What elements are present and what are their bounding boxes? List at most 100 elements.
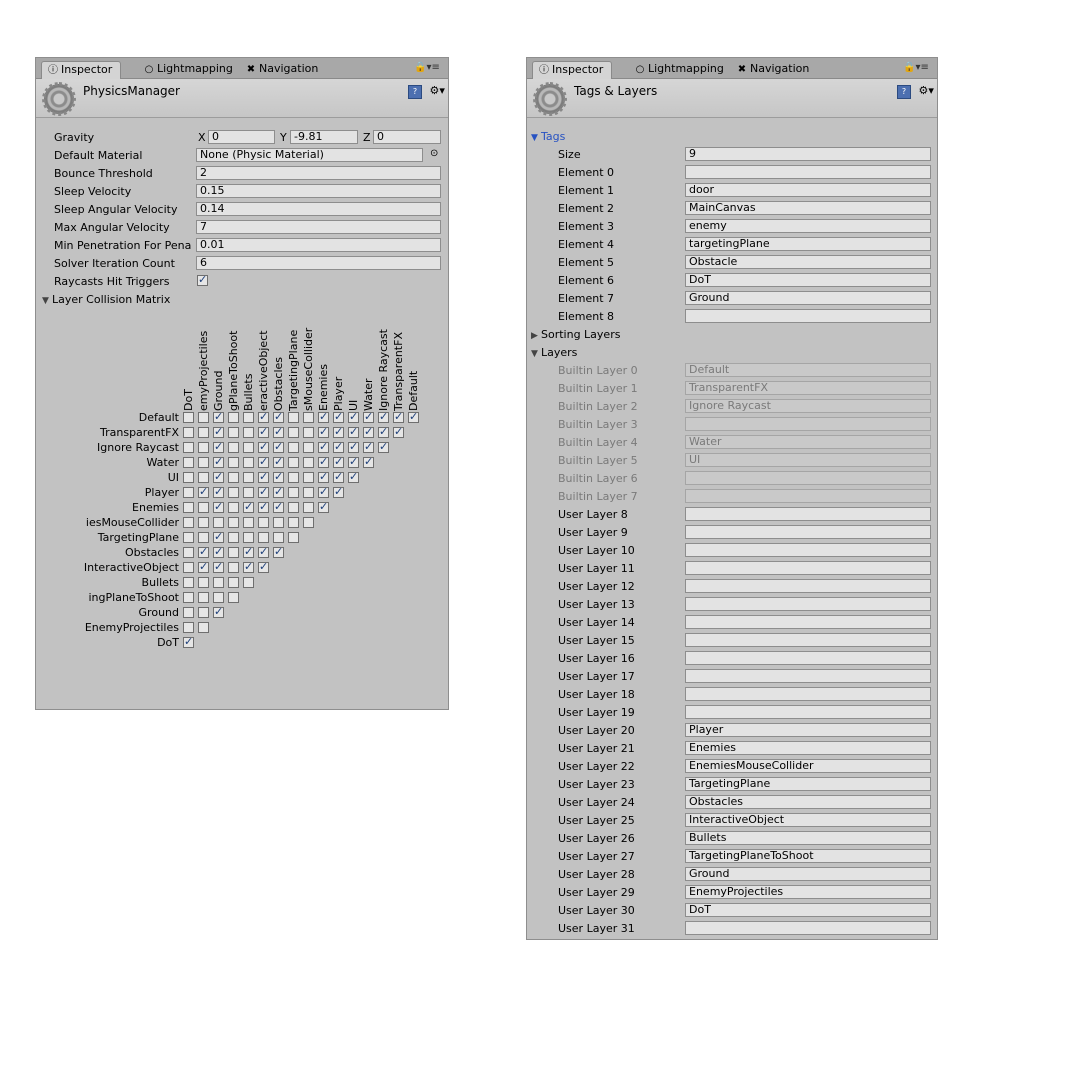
collision-checkbox[interactable]: [213, 485, 224, 498]
collision-checkbox[interactable]: [258, 440, 269, 453]
layer-name-field[interactable]: Player: [685, 723, 931, 737]
collision-checkbox[interactable]: [303, 427, 314, 438]
collision-checkbox[interactable]: [318, 410, 329, 423]
collision-checkbox[interactable]: [273, 517, 284, 528]
tab-navigation[interactable]: ✖ Navigation: [737, 61, 810, 78]
collision-checkbox[interactable]: [213, 470, 224, 483]
collision-checkbox[interactable]: [183, 442, 194, 453]
collision-checkbox[interactable]: [378, 425, 389, 438]
collision-checkbox[interactable]: [288, 472, 299, 483]
collision-checkbox[interactable]: [243, 517, 254, 528]
collision-checkbox[interactable]: [228, 562, 239, 573]
gravity-z-field[interactable]: 0: [373, 130, 441, 144]
collision-checkbox[interactable]: [198, 442, 209, 453]
collision-checkbox[interactable]: [183, 487, 194, 498]
collision-checkbox[interactable]: [333, 425, 344, 438]
tab-lightmapping[interactable]: ○ Lightmapping: [144, 61, 233, 78]
property-value-field[interactable]: 0.15: [196, 184, 441, 198]
collision-checkbox[interactable]: [183, 502, 194, 513]
collision-checkbox[interactable]: [213, 500, 224, 513]
collision-checkbox[interactable]: [348, 410, 359, 423]
collision-checkbox[interactable]: [243, 487, 254, 498]
collision-checkbox[interactable]: [273, 532, 284, 543]
layer-name-field[interactable]: [685, 651, 931, 665]
collision-checkbox[interactable]: [183, 457, 194, 468]
collision-checkbox[interactable]: [213, 440, 224, 453]
tab-navigation[interactable]: ✖ Navigation: [246, 61, 319, 78]
collision-checkbox[interactable]: [273, 470, 284, 483]
collision-checkbox[interactable]: [213, 425, 224, 438]
layer-name-field[interactable]: [685, 543, 931, 557]
collision-checkbox[interactable]: [333, 440, 344, 453]
collision-checkbox[interactable]: [333, 485, 344, 498]
collision-checkbox[interactable]: [198, 457, 209, 468]
collision-checkbox[interactable]: [303, 502, 314, 513]
tag-element-field[interactable]: door: [685, 183, 931, 197]
collision-checkbox[interactable]: [303, 412, 314, 423]
collision-checkbox[interactable]: [243, 577, 254, 588]
collision-checkbox[interactable]: [228, 412, 239, 423]
collision-checkbox[interactable]: [333, 455, 344, 468]
layer-name-field[interactable]: [685, 525, 931, 539]
collision-checkbox[interactable]: [258, 485, 269, 498]
collision-checkbox[interactable]: [258, 455, 269, 468]
collision-checkbox[interactable]: [288, 517, 299, 528]
collision-checkbox[interactable]: [213, 560, 224, 573]
layer-name-field[interactable]: Enemies: [685, 741, 931, 755]
collision-checkbox[interactable]: [198, 545, 209, 558]
property-value-field[interactable]: 6: [196, 256, 441, 270]
tag-element-field[interactable]: MainCanvas: [685, 201, 931, 215]
layer-name-field[interactable]: EnemyProjectiles: [685, 885, 931, 899]
layer-name-field[interactable]: [685, 597, 931, 611]
collision-checkbox[interactable]: [243, 472, 254, 483]
collision-checkbox[interactable]: [183, 412, 194, 423]
collision-checkbox[interactable]: [213, 592, 224, 603]
layer-name-field[interactable]: TargetingPlane: [685, 777, 931, 791]
property-value-field[interactable]: 7: [196, 220, 441, 234]
lock-and-menu-icon[interactable]: 🔒▾≡: [414, 62, 440, 73]
collision-checkbox[interactable]: [198, 472, 209, 483]
collision-checkbox[interactable]: [198, 485, 209, 498]
collision-checkbox[interactable]: [363, 440, 374, 453]
collision-checkbox[interactable]: [393, 410, 404, 423]
layer-name-field[interactable]: [685, 705, 931, 719]
tab-inspector[interactable]: ⓘ Inspector: [532, 61, 613, 79]
raycasts-hit-triggers-checkbox[interactable]: [197, 273, 208, 286]
collision-checkbox[interactable]: [303, 442, 314, 453]
collision-checkbox[interactable]: [303, 457, 314, 468]
collision-checkbox[interactable]: [198, 502, 209, 513]
help-book-icon[interactable]: ?: [408, 85, 422, 99]
collision-checkbox[interactable]: [378, 440, 389, 453]
collision-checkbox[interactable]: [198, 532, 209, 543]
tag-element-field[interactable]: Ground: [685, 291, 931, 305]
collision-checkbox[interactable]: [243, 545, 254, 558]
lock-and-menu-icon[interactable]: 🔒▾≡: [903, 62, 929, 73]
collision-checkbox[interactable]: [288, 412, 299, 423]
collision-checkbox[interactable]: [183, 472, 194, 483]
collision-checkbox[interactable]: [198, 427, 209, 438]
layer-name-field[interactable]: TargetingPlaneToShoot: [685, 849, 931, 863]
tag-element-field[interactable]: Obstacle: [685, 255, 931, 269]
collision-checkbox[interactable]: [183, 635, 194, 648]
collision-checkbox[interactable]: [183, 517, 194, 528]
tag-element-field[interactable]: targetingPlane: [685, 237, 931, 251]
collision-checkbox[interactable]: [348, 440, 359, 453]
layer-name-field[interactable]: [685, 507, 931, 521]
collision-checkbox[interactable]: [273, 455, 284, 468]
collision-checkbox[interactable]: [273, 410, 284, 423]
collision-checkbox[interactable]: [258, 410, 269, 423]
collision-checkbox[interactable]: [348, 425, 359, 438]
collision-checkbox[interactable]: [258, 517, 269, 528]
collision-checkbox[interactable]: [228, 547, 239, 558]
property-value-field[interactable]: None (Physic Material): [196, 148, 423, 162]
tag-element-field[interactable]: enemy: [685, 219, 931, 233]
property-value-field[interactable]: 2: [196, 166, 441, 180]
collision-checkbox[interactable]: [363, 425, 374, 438]
sorting-layers-foldout[interactable]: ▶ Sorting Layers: [531, 328, 620, 341]
collision-checkbox[interactable]: [273, 500, 284, 513]
collision-checkbox[interactable]: [183, 562, 194, 573]
collision-checkbox[interactable]: [258, 545, 269, 558]
collision-checkbox[interactable]: [318, 500, 329, 513]
collision-checkbox[interactable]: [288, 532, 299, 543]
collision-checkbox[interactable]: [228, 457, 239, 468]
